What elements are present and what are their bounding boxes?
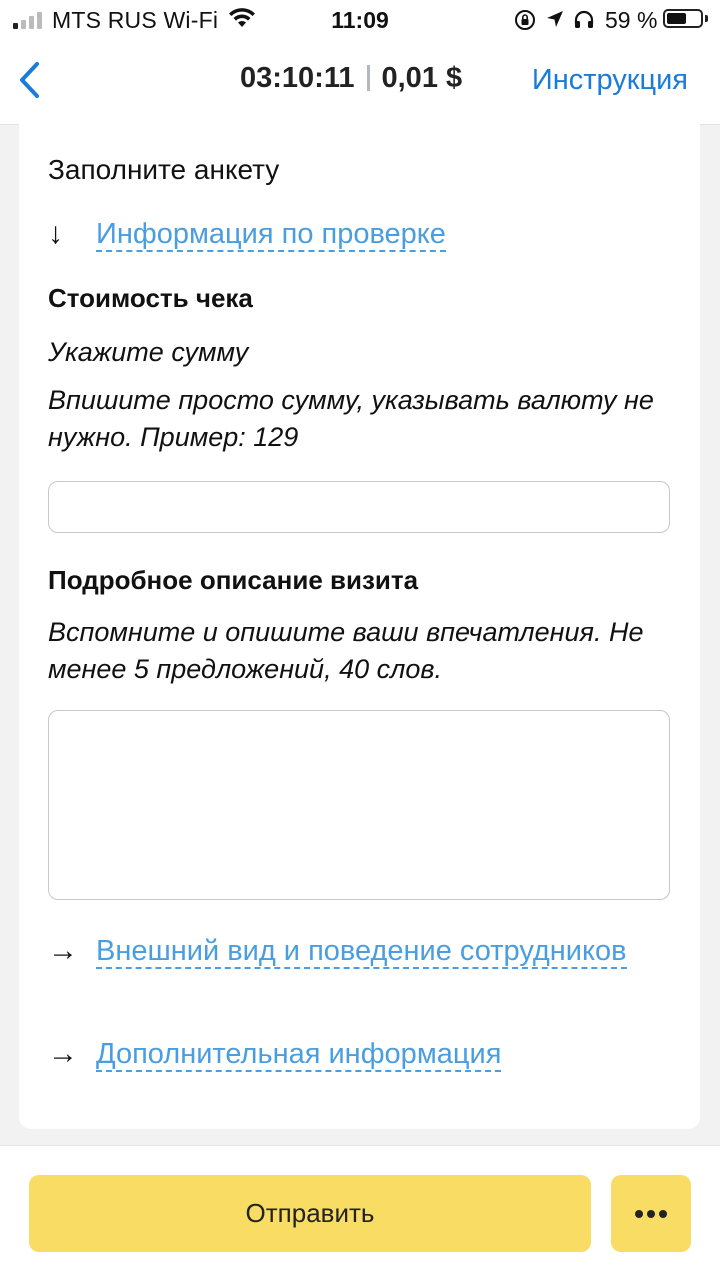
bottom-bar: Отправить: [0, 1145, 720, 1280]
more-options-button[interactable]: [611, 1175, 691, 1252]
battery-icon: [663, 9, 703, 28]
info-link[interactable]: Информация по проверке: [96, 218, 446, 252]
more-dots-icon: [659, 1210, 667, 1218]
arrow-right-icon: →: [48, 1037, 78, 1070]
arrow-right-icon: →: [48, 934, 78, 967]
nav-divider: [366, 65, 370, 91]
form-title: Заполните анкету: [48, 154, 280, 185]
rotation-lock-icon: [515, 10, 535, 30]
task-timer: 03:10:11: [240, 62, 355, 94]
headphones-icon: [574, 10, 594, 28]
additional-info-link-row: → Дополнительная информация: [48, 1034, 673, 1074]
location-arrow-icon: [547, 11, 563, 27]
battery-fill: [667, 13, 686, 24]
battery-nub: [705, 15, 708, 22]
chevron-left-icon: [20, 62, 39, 98]
visit-description-hint: Вспомните и опишите ваши впечатления. Не…: [48, 617, 644, 684]
task-reward: 0,01 $: [381, 62, 463, 94]
info-link-row: ↓ Информация по проверке: [48, 214, 673, 254]
appearance-link-row: → Внешний вид и поведение сотрудников: [48, 931, 673, 971]
check-cost-hint-2: Впишите просто сумму, указывать валюту н…: [48, 385, 654, 452]
visit-description-textarea[interactable]: [48, 710, 670, 900]
status-bar: MTS RUS Wi-Fi 11:09 59 %: [0, 0, 720, 40]
check-cost-hint-1: Укажите сумму: [48, 337, 249, 367]
battery-percent: 59 %: [605, 7, 658, 33]
additional-info-link[interactable]: Дополнительная информация: [96, 1038, 502, 1072]
screen: MTS RUS Wi-Fi 11:09 59 % 03:10:11 0,01 $…: [0, 0, 720, 1280]
instruction-link[interactable]: Инструкция: [532, 64, 688, 97]
check-cost-input[interactable]: [48, 481, 670, 533]
more-dots-icon: [635, 1210, 643, 1218]
check-cost-title: Стоимость чека: [48, 283, 253, 313]
back-button[interactable]: [10, 58, 50, 102]
visit-description-title: Подробное описание визита: [48, 565, 419, 595]
submit-button[interactable]: Отправить: [29, 1175, 591, 1252]
more-dots-icon: [647, 1210, 655, 1218]
nav-bar: 03:10:11 0,01 $ Инструкция: [0, 40, 720, 125]
task-info: 03:10:11 0,01 $: [240, 62, 462, 95]
arrow-down-icon: ↓: [48, 217, 63, 250]
form-card: Заполните анкету ↓ Информация по проверке…: [19, 124, 700, 1129]
appearance-link[interactable]: Внешний вид и поведение сотрудников: [96, 935, 627, 969]
